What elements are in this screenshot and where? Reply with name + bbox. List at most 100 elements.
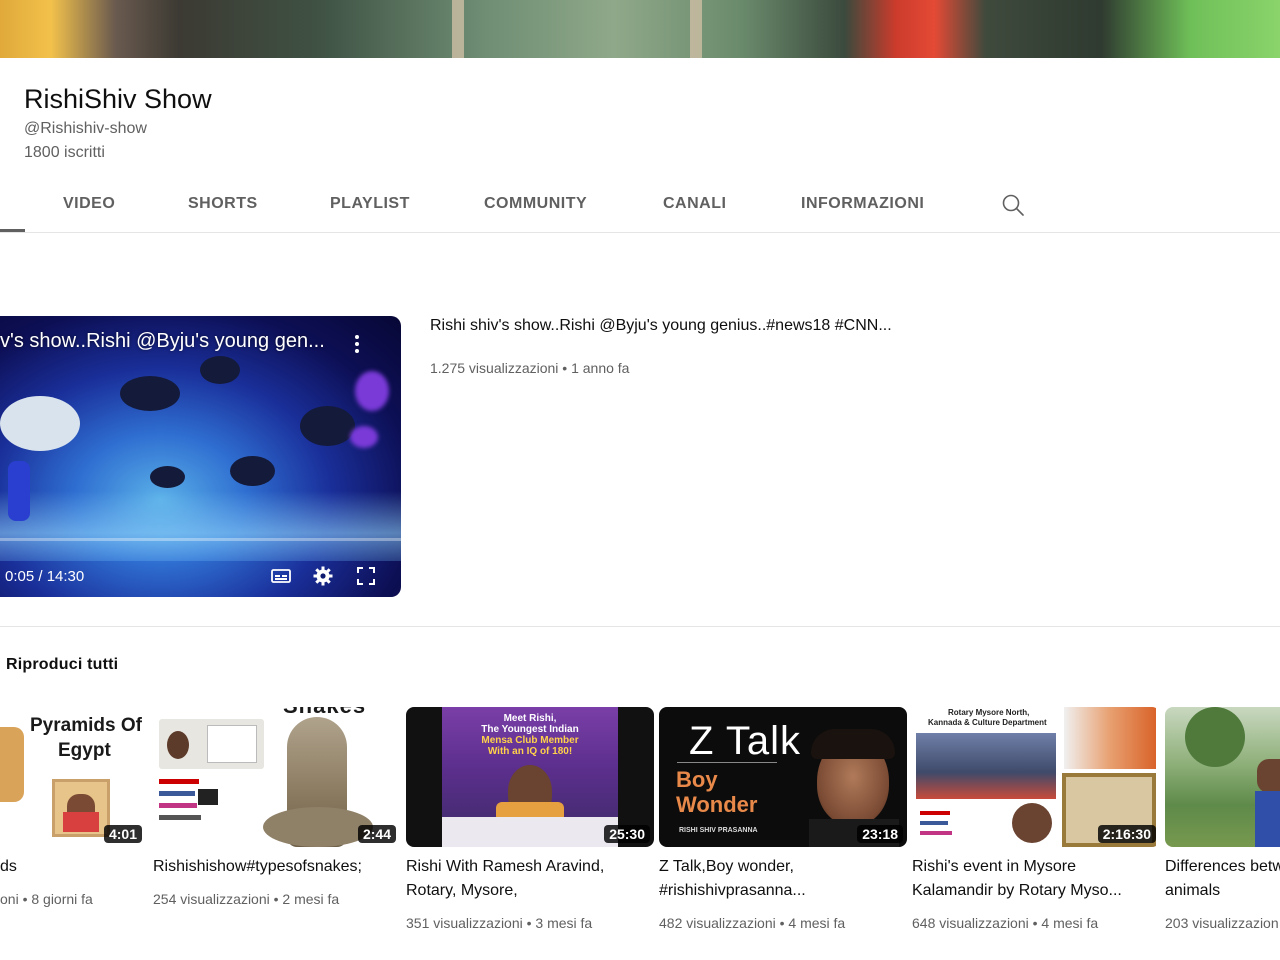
thumbnail-art — [198, 789, 218, 805]
video-title[interactable]: #rishishivprasanna... — [659, 879, 907, 903]
video-duration-badge: 2:16:30 — [1097, 825, 1156, 843]
player-frame-decoration — [8, 461, 30, 521]
channel-tabs: VIDEO SHORTS PLAYLIST COMMUNITY CANALI I… — [0, 180, 1280, 233]
thumbnail-art — [1255, 791, 1280, 847]
video-thumbnail[interactable]: Z Talk Boy Wonder RISHI SHIV PRASANNA 23… — [659, 707, 907, 847]
tab-playlist[interactable]: PLAYLIST — [330, 180, 410, 232]
fullscreen-button[interactable] — [356, 566, 376, 586]
thumbnail-art — [920, 831, 952, 835]
settings-button[interactable] — [313, 566, 333, 586]
player-progress-bar[interactable] — [0, 538, 401, 541]
thumbnail-text: Egypt — [58, 740, 111, 761]
player-frame-decoration — [150, 466, 185, 488]
tab-informazioni[interactable]: INFORMAZIONI — [801, 180, 924, 232]
player-frame-decoration — [0, 491, 401, 561]
banner-decoration — [452, 0, 464, 58]
video-title[interactable]: Z Talk,Boy wonder, — [659, 855, 907, 879]
thumbnail-art — [920, 811, 950, 815]
thumbnail-text: Wonder — [676, 792, 758, 817]
thumbnail-text: The Youngest Indian — [481, 724, 579, 735]
video-thumbnail[interactable]: Pyramids Of Egypt 4:01 — [0, 707, 146, 847]
banner-decoration — [690, 0, 702, 58]
player-frame-decoration — [355, 371, 389, 411]
channel-name: RishiShiv Show — [24, 84, 212, 114]
subtitles-icon — [271, 569, 291, 583]
player-frame-decoration — [350, 426, 378, 448]
subtitles-button[interactable] — [271, 566, 291, 586]
more-vertical-icon — [355, 335, 359, 353]
thumbnail-text: Mensa Club Member — [481, 735, 579, 746]
video-meta: 351 visualizzazioni • 3 mesi fa — [406, 915, 593, 931]
video-title[interactable]: Kalamandir by Rotary Myso... — [912, 879, 1160, 903]
player-frame-decoration — [300, 406, 355, 446]
player-more-button[interactable] — [352, 333, 362, 355]
thumbnail-art — [159, 803, 197, 808]
thumbnail-art — [442, 817, 618, 847]
thumbnail-art — [63, 812, 99, 832]
thumbnail-art — [1185, 707, 1245, 767]
thumbnail-art — [159, 815, 201, 820]
search-icon — [1002, 194, 1024, 216]
video-thumbnail[interactable]: Rotary Mysore North, Kannada & Culture D… — [912, 707, 1160, 847]
thumbnail-art — [920, 811, 960, 843]
video-title[interactable]: Rishishishow#typesofsnakes; — [153, 855, 375, 879]
thumbnail-art — [52, 779, 110, 837]
thumbnail-art — [1012, 803, 1052, 843]
thumbnail-art — [1257, 759, 1280, 793]
thumbnail-art — [167, 731, 189, 759]
fullscreen-icon — [357, 567, 375, 585]
thumbnail-art — [207, 725, 257, 763]
thumbnail-text: With an IQ of 180! — [487, 746, 573, 757]
tab-video[interactable]: VIDEO — [63, 180, 115, 232]
video-duration-badge: 2:44 — [357, 825, 396, 843]
thumbnail-art — [1064, 707, 1156, 769]
featured-video-player[interactable]: v's show..Rishi @Byju's young gen... — [0, 316, 401, 597]
featured-video-meta: 1.275 visualizzazioni • 1 anno fa — [430, 360, 630, 376]
thumbnail-art — [0, 727, 24, 802]
video-thumbnail[interactable]: Snakes 2:44 — [153, 707, 400, 847]
thumbnail-text: Rotary Mysore North, — [948, 708, 1030, 717]
video-meta: 482 visualizzazioni • 4 mesi fa — [659, 915, 846, 931]
thumbnail-art — [916, 733, 1056, 799]
thumbnail-text: Boy — [676, 767, 718, 792]
video-duration-badge: 25:30 — [604, 825, 650, 843]
channel-banner — [0, 0, 1280, 58]
tab-shorts[interactable]: SHORTS — [188, 180, 258, 232]
thumbnail-art — [920, 821, 948, 825]
video-duration-badge: 4:01 — [103, 825, 142, 843]
channel-handle: @Rishishiv-show — [24, 120, 147, 137]
thumbnail-art — [677, 762, 777, 763]
video-title[interactable]: Rishi's event in Mysore — [912, 855, 1160, 879]
player-frame-decoration — [0, 396, 80, 451]
subscriber-count: 1800 iscritti — [24, 144, 105, 161]
thumbnail-text: Kannada & Culture Department — [928, 718, 1047, 727]
featured-video-title[interactable]: Rishi shiv's show..Rishi @Byju's young g… — [430, 317, 892, 335]
play-all-button[interactable]: Riproduci tutti — [6, 656, 118, 674]
video-thumbnail[interactable] — [1165, 707, 1280, 847]
video-meta: oni • 8 giorni fa — [0, 891, 93, 907]
channel-search-button[interactable] — [1000, 192, 1026, 218]
video-meta: 648 visualizzazioni • 4 mesi fa — [912, 915, 1099, 931]
thumbnail-text: RISHI SHIV PRASANNA — [679, 827, 758, 834]
tab-community[interactable]: COMMUNITY — [484, 180, 587, 232]
video-thumbnail[interactable]: Meet Rishi, The Youngest Indian Mensa Cl… — [406, 707, 654, 847]
thumbnail-art — [811, 729, 895, 759]
gear-icon — [313, 566, 333, 586]
player-frame-decoration — [120, 376, 180, 411]
video-title[interactable]: ds — [0, 855, 146, 879]
player-frame-decoration — [230, 456, 275, 486]
player-video-title[interactable]: v's show..Rishi @Byju's young gen... — [0, 330, 325, 353]
video-title[interactable]: animals — [1165, 879, 1280, 903]
thumbnail-text: Meet Rishi, — [503, 713, 557, 724]
section-divider — [0, 626, 1280, 627]
video-title[interactable]: Rishi With Ramesh Aravind, — [406, 855, 654, 879]
thumbnail-art — [159, 791, 195, 796]
player-frame-decoration — [200, 356, 240, 384]
video-title[interactable]: Differences betw — [1165, 855, 1280, 879]
video-title[interactable]: Rotary, Mysore, — [406, 879, 654, 903]
active-tab-indicator — [0, 229, 25, 232]
tab-canali[interactable]: CANALI — [663, 180, 726, 232]
thumbnail-text: Z Talk — [689, 719, 801, 763]
thumbnail-art — [159, 779, 199, 784]
thumbnail-art — [263, 807, 373, 847]
